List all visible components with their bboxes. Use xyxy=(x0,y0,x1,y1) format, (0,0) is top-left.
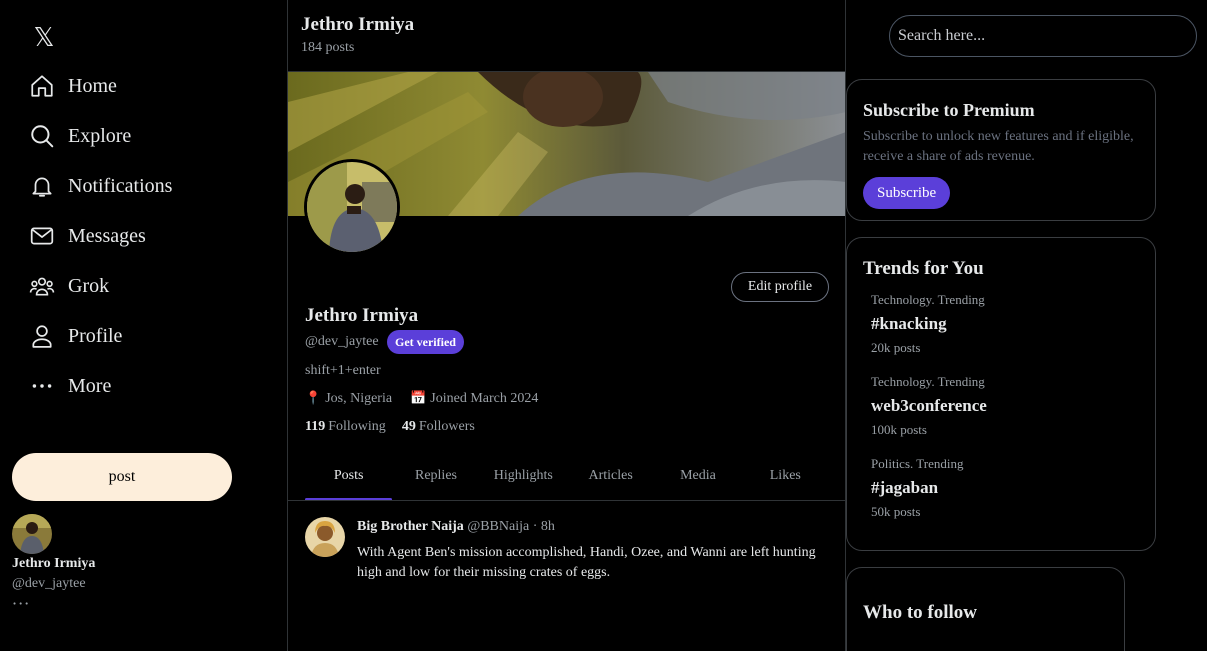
nav-item-profile[interactable]: Profile xyxy=(28,311,172,361)
more-icon xyxy=(28,372,56,400)
followers-count: 49 xyxy=(401,419,416,434)
profile-meta: 📍 Jos, Nigeria 📅 Joined March 2024 xyxy=(305,391,538,407)
bell-icon xyxy=(28,172,56,200)
tab-replies[interactable]: Replies xyxy=(392,451,479,501)
app: 𝕏 Home Explore Notifications Messages Gr… xyxy=(0,0,1207,651)
follow-stats: 119 Following 49 Followers xyxy=(305,419,475,435)
tab-posts[interactable]: Posts xyxy=(305,451,393,501)
post-handle[interactable]: @BBNaija xyxy=(467,519,529,534)
get-verified-button[interactable]: Get verified xyxy=(387,330,464,354)
edit-profile-button[interactable]: Edit profile xyxy=(731,272,829,302)
profile-joined: 📅 Joined March 2024 xyxy=(410,391,538,407)
subscribe-button[interactable]: Subscribe xyxy=(863,177,951,209)
user-icon xyxy=(28,322,56,350)
trends-card: Trends for You Technology. Trending #kna… xyxy=(846,237,1156,551)
location-text: Jos, Nigeria xyxy=(325,391,393,406)
nav-label: Profile xyxy=(68,324,123,347)
following-label: Following xyxy=(328,419,386,434)
main-nav: Home Explore Notifications Messages Grok… xyxy=(28,61,172,411)
x-logo-icon[interactable]: 𝕏 xyxy=(32,23,56,53)
avatar xyxy=(12,514,52,554)
following-link[interactable]: 119 Following xyxy=(305,419,386,435)
premium-text: Subscribe to unlock new features and if … xyxy=(863,129,1134,164)
trend-name: #knacking xyxy=(871,314,947,333)
trend-item[interactable]: Technology. Trending web3conference 100k… xyxy=(871,374,1139,438)
tab-media[interactable]: Media xyxy=(654,451,741,501)
tab-highlights[interactable]: Highlights xyxy=(480,451,567,501)
trend-count: 50k posts xyxy=(871,504,921,519)
trend-category: Technology. Trending xyxy=(871,374,985,389)
mail-icon xyxy=(28,222,56,250)
nav-item-explore[interactable]: Explore xyxy=(28,111,172,161)
trend-category: Politics. Trending xyxy=(871,456,964,471)
account-more-icon[interactable]: ··· xyxy=(12,594,95,613)
people-icon xyxy=(28,272,56,300)
trends-title: Trends for You xyxy=(863,258,984,279)
account-switcher[interactable]: Jethro Irmiya @dev_jaytee ··· xyxy=(12,514,95,613)
nav-label: Grok xyxy=(68,274,110,297)
post-text: With Agent Ben's mission accomplished, H… xyxy=(357,545,816,580)
followers-link[interactable]: 49 Followers xyxy=(402,419,475,435)
nav-item-grok[interactable]: Grok xyxy=(28,261,172,311)
trend-name: #jagaban xyxy=(871,478,939,497)
nav-label: More xyxy=(68,374,112,397)
account-name: Jethro Irmiya xyxy=(12,556,96,571)
post-author-avatar[interactable] xyxy=(305,517,345,557)
calendar-icon: 📅 xyxy=(410,391,427,406)
nav-item-notifications[interactable]: Notifications xyxy=(28,161,172,211)
premium-title: Subscribe to Premium xyxy=(863,100,1035,120)
profile-avatar[interactable] xyxy=(304,159,400,255)
pin-icon: 📍 xyxy=(305,391,322,406)
tab-divider xyxy=(288,500,845,501)
joined-text: Joined March 2024 xyxy=(430,391,539,406)
following-count: 119 xyxy=(305,419,326,434)
post-body: Big Brother Naija @BBNaija · 8h With Age… xyxy=(357,519,829,583)
post-count: 184 posts xyxy=(301,40,355,55)
nav-item-messages[interactable]: Messages xyxy=(28,211,172,261)
left-sidebar: 𝕏 Home Explore Notifications Messages Gr… xyxy=(0,0,288,651)
post-button[interactable]: post xyxy=(12,453,232,501)
trend-name: web3conference xyxy=(871,396,987,415)
who-to-follow-card: Who to follow xyxy=(846,567,1125,651)
profile-header: Jethro Irmiya 184 posts xyxy=(288,0,845,72)
page-title: Jethro Irmiya xyxy=(301,14,415,35)
tab-articles[interactable]: Articles xyxy=(567,451,654,501)
home-icon xyxy=(28,72,56,100)
trend-count: 100k posts xyxy=(871,422,927,437)
profile-handle: @dev_jaytee xyxy=(305,334,379,349)
nav-label: Explore xyxy=(68,124,132,147)
premium-card: Subscribe to Premium Subscribe to unlock… xyxy=(846,79,1156,221)
post-time[interactable]: 8h xyxy=(541,519,555,534)
profile-tabs: Posts Replies Highlights Articles Media … xyxy=(305,451,829,501)
nav-label: Home xyxy=(68,74,117,97)
followers-label: Followers xyxy=(418,419,475,434)
right-sidebar: Subscribe to Premium Subscribe to unlock… xyxy=(846,0,1207,651)
post-separator: · xyxy=(532,519,538,534)
account-handle: @dev_jaytee xyxy=(12,576,86,591)
search-input[interactable] xyxy=(889,15,1197,57)
profile-location: 📍 Jos, Nigeria xyxy=(305,391,392,407)
trend-item[interactable]: Politics. Trending #jagaban 50k posts xyxy=(871,456,1139,520)
search-icon xyxy=(28,122,56,150)
tab-likes[interactable]: Likes xyxy=(742,451,829,501)
profile-bio: shift+1+enter xyxy=(305,363,381,378)
trend-category: Technology. Trending xyxy=(871,292,985,307)
post-author[interactable]: Big Brother Naija xyxy=(357,519,464,534)
trend-count: 20k posts xyxy=(871,340,921,355)
trend-item[interactable]: Technology. Trending #knacking 20k posts xyxy=(871,292,1139,356)
nav-label: Notifications xyxy=(68,174,173,197)
nav-item-more[interactable]: More xyxy=(28,361,172,411)
post-meta: Big Brother Naija @BBNaija · 8h xyxy=(357,519,829,535)
nav-label: Messages xyxy=(68,224,146,247)
profile-name: Jethro Irmiya xyxy=(305,305,419,326)
profile-column: Jethro Irmiya 184 posts Edit profile Jet… xyxy=(288,0,846,651)
who-to-follow-title: Who to follow xyxy=(863,602,977,623)
nav-item-home[interactable]: Home xyxy=(28,61,172,111)
